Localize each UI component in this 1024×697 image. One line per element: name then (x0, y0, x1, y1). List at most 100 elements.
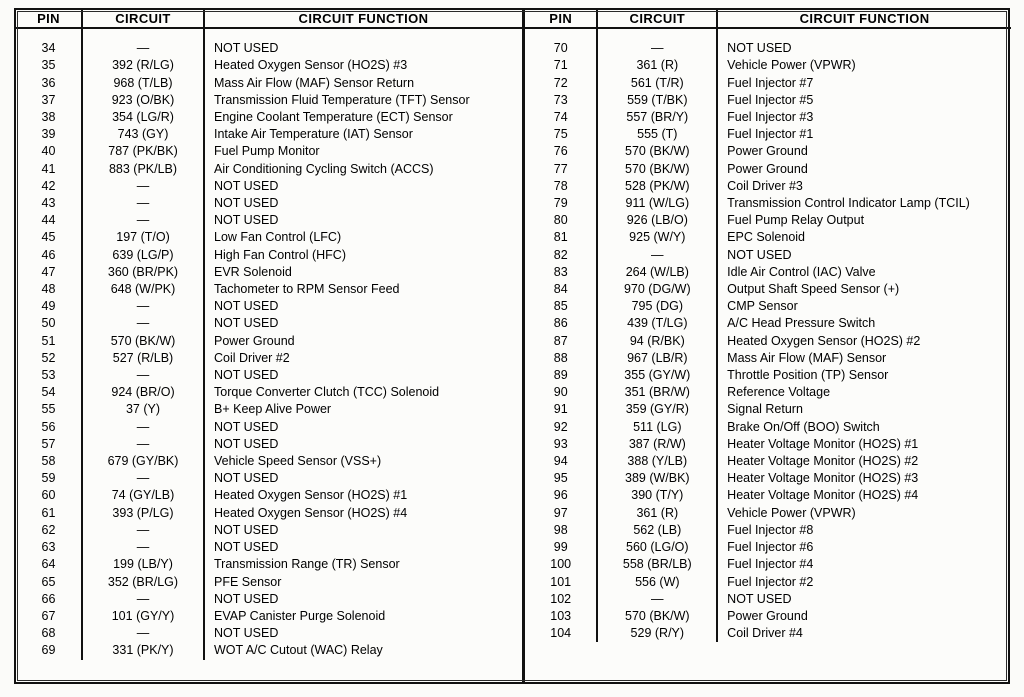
cell-circuit-function: Engine Coolant Temperature (ECT) Sensor (214, 110, 453, 125)
cell-circuit-function: Heater Voltage Monitor (HO2S) #3 (727, 471, 919, 486)
cell-circuit: — (82, 539, 205, 557)
pinout-table-right: PIN CIRCUIT CIRCUIT FUNCTION 70— NOT USED… (525, 10, 1011, 643)
cell-pin: 104 (525, 625, 599, 643)
table-row: 103 570 (BK/W) Power Ground (525, 607, 1011, 626)
cell-pin: 73 (525, 91, 599, 110)
table-row: 71 361 (R) Vehicle Power (VPWR) (525, 57, 1011, 75)
cell-circuit-function: WOT A/C Cutout (WAC) Relay (214, 643, 383, 658)
table-row: 88 967 (LB/R) Mass Air Flow (MAF) Sensor (525, 349, 1011, 368)
cell-circuit-function: Fuel Injector #3 (727, 110, 814, 125)
cell-pin: 71 (525, 57, 599, 75)
table-row: 42— NOT USED (16, 177, 522, 196)
cell-circuit: 924 (BR/O) (82, 384, 205, 402)
cell-pin: 70 (525, 28, 599, 58)
table-row: 65 352 (BR/LG) PFE Sensor (16, 573, 522, 591)
header-row: PIN CIRCUIT CIRCUIT FUNCTION (525, 10, 1011, 30)
cell-circuit: 570 (BK/W) (597, 143, 719, 161)
table-row: 35 392 (R/LG) Heated Oxygen Sensor (HO2S) … (16, 57, 522, 75)
cell-circuit-function: Torque Converter Clutch (TCC) Solenoid (214, 385, 440, 400)
cell-circuit-function: Idle Air Control (IAC) Valve (727, 264, 876, 279)
cell-pin: 63 (16, 539, 83, 557)
cell-circuit-function: A/C Head Pressure Switch (727, 316, 876, 331)
table-body-left: 34— NOT USED 35 392 (R/LG) Heated Oxygen Sen… (16, 28, 522, 660)
table-row: 34— NOT USED (16, 28, 522, 58)
cell-pin: 48 (16, 281, 83, 299)
table-row: 52 527 (R/LB) Coil Driver #2 (16, 349, 522, 368)
cell-circuit-function: Signal Return (727, 402, 803, 417)
cell-circuit: — (82, 435, 205, 454)
column-header-circuit: CIRCUIT (82, 10, 205, 30)
cell-pin: 96 (525, 487, 599, 505)
table-row: 81 925 (W/Y) EPC Solenoid (525, 229, 1011, 247)
cell-circuit: 511 (LG) (597, 418, 719, 436)
cell-pin: 82 (525, 246, 599, 264)
cell-pin: 36 (16, 74, 83, 92)
table-row: 98 562 (LB) Fuel Injector #8 (525, 521, 1011, 540)
pinout-table-left-half: PIN CIRCUIT CIRCUIT FUNCTION 34— NOT USED… (16, 10, 522, 682)
cell-circuit: — (82, 298, 205, 316)
cell-circuit-function: Heater Voltage Monitor (HO2S) #2 (727, 454, 919, 469)
cell-circuit-function: Heated Oxygen Sensor (HO2S) #2 (727, 333, 921, 348)
cell-pin: 60 (16, 487, 83, 505)
cell-circuit: 925 (W/Y) (597, 229, 719, 247)
table-row: 68— NOT USED (16, 625, 522, 643)
cell-circuit: — (82, 177, 205, 196)
column-header-pin: PIN (16, 10, 83, 30)
cell-circuit: 911 (W/LG) (597, 195, 719, 213)
cell-pin: 58 (16, 453, 83, 471)
cell-pin: 100 (525, 556, 599, 574)
cell-circuit: 559 (T/BK) (597, 91, 719, 110)
cell-circuit: — (82, 195, 205, 213)
cell-circuit-function: Air Conditioning Cycling Switch (ACCS) (214, 161, 434, 176)
cell-circuit: 387 (R/W) (597, 435, 719, 454)
cell-circuit-function: High Fan Control (HFC) (214, 247, 346, 262)
cell-pin: 62 (16, 521, 83, 540)
table-row: 56— NOT USED (16, 418, 522, 436)
cell-circuit: 388 (Y/LB) (597, 453, 719, 471)
table-row: 86 439 (T/LG) A/C Head Pressure Switch (525, 315, 1011, 333)
cell-circuit: 795 (DG) (597, 298, 719, 316)
cell-circuit-function: NOT USED (214, 299, 279, 314)
cell-circuit-function: Vehicle Power (VPWR) (727, 505, 856, 520)
cell-circuit: 199 (LB/Y) (82, 556, 205, 574)
cell-pin: 65 (16, 573, 83, 591)
pinout-table-right-half: PIN CIRCUIT CIRCUIT FUNCTION 70— NOT USED… (522, 10, 1011, 682)
cell-circuit-function: Heated Oxygen Sensor (HO2S) #1 (214, 488, 408, 503)
cell-circuit-function: NOT USED (214, 213, 279, 228)
cell-pin: 79 (525, 195, 599, 213)
cell-circuit-function: CMP Sensor (727, 299, 798, 314)
cell-circuit-function: Fuel Injector #5 (727, 92, 814, 107)
table-row: 53— NOT USED (16, 367, 522, 385)
cell-circuit-function: NOT USED (214, 591, 279, 606)
cell-pin: 72 (525, 74, 599, 92)
cell-circuit: 648 (W/PK) (82, 281, 205, 299)
cell-pin: 34 (16, 28, 83, 58)
cell-circuit-function: Vehicle Power (VPWR) (727, 58, 856, 73)
cell-pin: 54 (16, 384, 83, 402)
cell-circuit-function: Fuel Pump Monitor (214, 144, 320, 159)
cell-circuit: 923 (O/BK) (82, 91, 205, 110)
table-row: 51 570 (BK/W) Power Ground (16, 332, 522, 350)
cell-circuit-function: NOT USED (214, 419, 279, 434)
cell-circuit-function: NOT USED (214, 436, 279, 451)
cell-circuit: 528 (PK/W) (597, 177, 719, 196)
cell-circuit: 74 (GY/LB) (82, 487, 205, 505)
table-row: 66— NOT USED (16, 590, 522, 608)
cell-pin: 50 (16, 315, 83, 333)
cell-circuit: 529 (R/Y) (597, 625, 719, 643)
cell-pin: 53 (16, 367, 83, 385)
cell-circuit-function: EVR Solenoid (214, 264, 292, 279)
cell-pin: 103 (525, 607, 599, 626)
cell-pin: 86 (525, 315, 599, 333)
cell-circuit-function: Heated Oxygen Sensor (HO2S) #4 (214, 505, 408, 520)
cell-circuit-function: Brake On/Off (BOO) Switch (727, 419, 880, 434)
cell-circuit: 561 (T/R) (597, 74, 719, 92)
table-row: 38 354 (LG/R) Engine Coolant Temperature (… (16, 109, 522, 127)
cell-circuit: — (82, 590, 205, 608)
cell-circuit-function: Heater Voltage Monitor (HO2S) #4 (727, 488, 919, 503)
table-row: 54 924 (BR/O) Torque Converter Clutch (TCC… (16, 384, 522, 402)
table-row: 85 795 (DG) CMP Sensor (525, 298, 1011, 316)
cell-pin: 77 (525, 160, 599, 178)
cell-circuit-function: B+ Keep Alive Power (214, 402, 332, 417)
cell-pin: 68 (16, 625, 83, 643)
